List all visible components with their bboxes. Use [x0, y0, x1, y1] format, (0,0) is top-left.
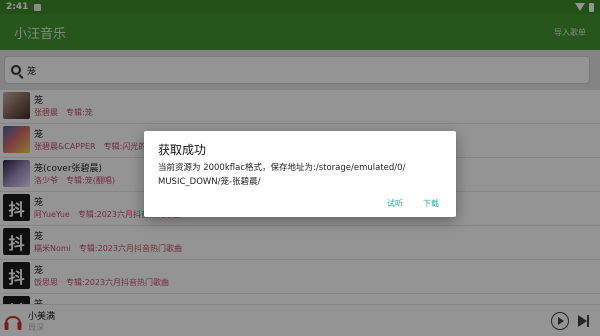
- dialog-message-line: MUSIC_DOWN/笼-张碧晨/: [158, 177, 261, 187]
- dialog-title: 获取成功: [158, 143, 207, 157]
- dialog-message-line: 当前资源为 2000kflac格式，保存地址为:/storage/emulate…: [158, 163, 406, 173]
- dialog-message: 当前资源为 2000kflac格式，保存地址为:/storage/emulate…: [158, 161, 448, 189]
- download-dialog: 获取成功 当前资源为 2000kflac格式，保存地址为:/storage/em…: [144, 131, 456, 217]
- download-button[interactable]: 下载: [423, 198, 439, 209]
- listen-button[interactable]: 试听: [387, 198, 403, 209]
